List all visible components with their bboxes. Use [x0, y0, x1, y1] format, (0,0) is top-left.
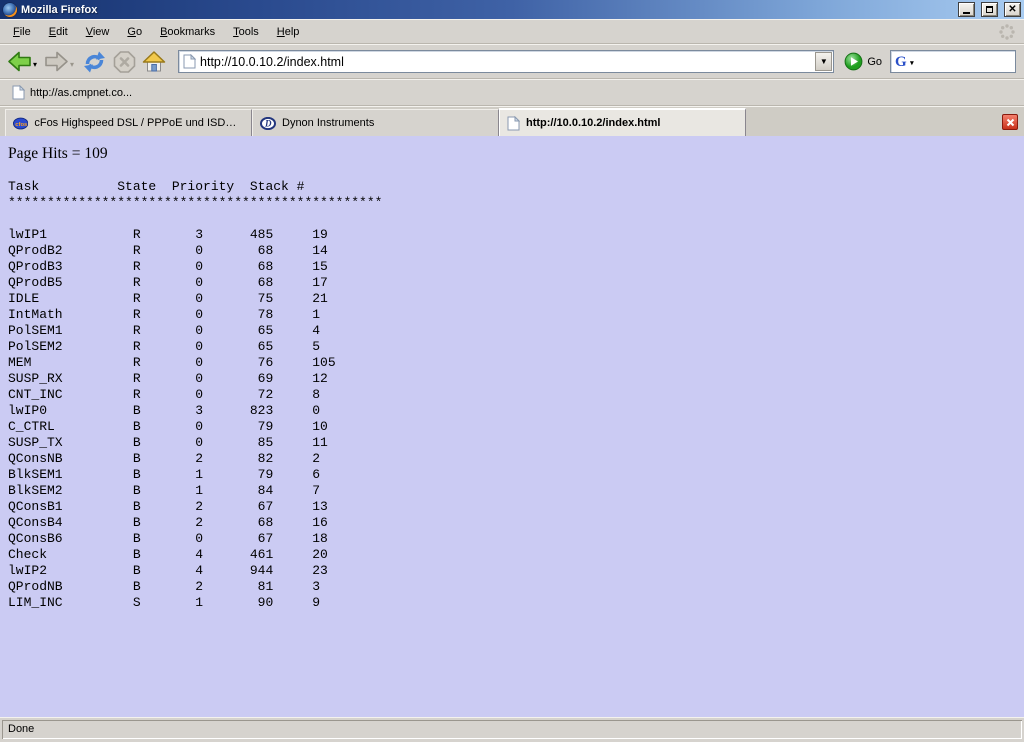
cfos-icon: cfos [13, 117, 28, 130]
go-button[interactable]: Go [842, 52, 888, 71]
status-text: Done [2, 720, 1022, 739]
back-icon [7, 50, 32, 73]
close-button[interactable]: ✕ [1004, 2, 1021, 17]
window-title: Mozilla Firefox [21, 4, 952, 16]
tab-label: cFos Highspeed DSL / PPPoE und ISDN CAP.… [34, 117, 244, 129]
forward-dropdown-icon[interactable]: ▾ [70, 60, 74, 69]
dynon-icon: D [260, 117, 276, 130]
status-bar: Done [0, 717, 1024, 742]
close-icon: ✕ [1008, 5, 1016, 15]
svg-text:cfos: cfos [15, 122, 28, 128]
stop-button[interactable] [111, 48, 138, 76]
back-dropdown-icon[interactable]: ▾ [33, 60, 37, 69]
back-button[interactable]: ▾ [6, 48, 41, 75]
throbber-icon [998, 23, 1016, 41]
tab-bar: cfos cFos Highspeed DSL / PPPoE und ISDN… [0, 106, 1024, 136]
browser-content: Page Hits = 109 Task State Priority Stac… [0, 136, 1024, 717]
menu-view[interactable]: View [77, 22, 119, 42]
forward-icon [44, 50, 69, 73]
bookmark-label: http://as.cmpnet.co... [30, 87, 132, 99]
svg-text:D: D [264, 118, 272, 128]
menu-bookmarks[interactable]: Bookmarks [151, 22, 224, 42]
tab-label: Dynon Instruments [282, 117, 374, 129]
menu-help[interactable]: Help [268, 22, 309, 42]
reload-button[interactable] [80, 48, 109, 76]
search-box[interactable]: G▾ [890, 50, 1016, 73]
google-icon: G▾ [895, 55, 907, 69]
task-table: Task State Priority Stack # ************… [8, 179, 1016, 611]
window-titlebar: Mozilla Firefox ✕ [0, 0, 1024, 19]
tab-label: http://10.0.10.2/index.html [526, 117, 660, 129]
url-input[interactable] [196, 55, 814, 69]
page-icon [507, 116, 520, 131]
go-label: Go [867, 56, 882, 68]
menu-go[interactable]: Go [118, 22, 151, 42]
stop-icon [112, 50, 137, 74]
go-icon [844, 52, 863, 71]
close-tab-icon [1006, 118, 1015, 127]
menu-bar: File Edit View Go Bookmarks Tools Help [0, 19, 1024, 44]
minimize-icon [963, 12, 970, 14]
url-dropdown-button[interactable]: ▼ [815, 52, 832, 71]
bookmarks-toolbar: http://as.cmpnet.co... [0, 79, 1024, 106]
menu-edit[interactable]: Edit [40, 22, 77, 42]
minimize-button[interactable] [958, 2, 975, 17]
restore-icon [986, 6, 993, 13]
reload-icon [81, 50, 108, 74]
navigation-toolbar: ▾ ▾ ▼ [0, 44, 1024, 79]
search-input[interactable] [907, 55, 1015, 69]
url-bar[interactable]: ▼ [178, 50, 834, 73]
restore-button[interactable] [981, 2, 998, 17]
tab-dynon[interactable]: D Dynon Instruments [252, 109, 499, 136]
home-icon [141, 50, 167, 74]
bookmark-item[interactable]: http://as.cmpnet.co... [8, 83, 136, 102]
page-icon [12, 85, 25, 100]
menu-tools[interactable]: Tools [224, 22, 268, 42]
firefox-app-icon [3, 3, 17, 17]
home-button[interactable] [140, 48, 168, 76]
forward-button[interactable]: ▾ [43, 48, 78, 75]
tab-index-html-active[interactable]: http://10.0.10.2/index.html [499, 108, 746, 136]
page-hits-text: Page Hits = 109 [8, 145, 1016, 163]
page-icon [183, 54, 196, 69]
menu-file[interactable]: File [4, 22, 40, 42]
tab-cfos[interactable]: cfos cFos Highspeed DSL / PPPoE und ISDN… [5, 109, 252, 136]
search-engine-dropdown-icon[interactable]: ▾ [910, 56, 914, 70]
close-tab-button[interactable] [1002, 114, 1018, 130]
